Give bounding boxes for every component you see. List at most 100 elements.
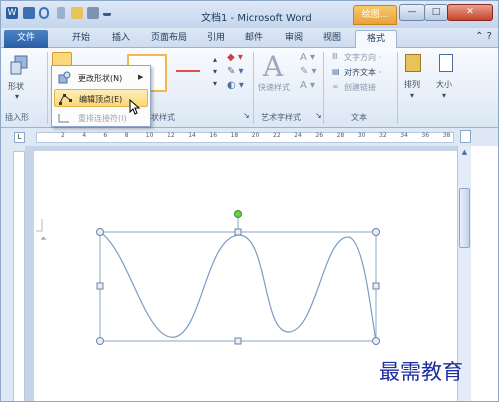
- handle-top-mid[interactable]: [234, 228, 242, 236]
- wordart-quick-styles-label[interactable]: 快速样式: [258, 82, 290, 93]
- style-gallery-arrows-icon[interactable]: ▴ ▾ ▾: [213, 54, 217, 90]
- print-icon[interactable]: [87, 7, 99, 19]
- shape-styles-group-label: 状样式: [151, 113, 175, 122]
- ruler-number: 26: [315, 132, 324, 139]
- wordart-group-label: 艺术字样式: [261, 113, 301, 122]
- ruler-bar[interactable]: [36, 132, 454, 143]
- tab-references[interactable]: 引用: [199, 30, 233, 48]
- text-fill-icon[interactable]: A ▾: [300, 52, 315, 63]
- ruler-number: 30: [357, 132, 366, 139]
- handle-top-left[interactable]: [96, 228, 104, 236]
- ruler-number: 18: [230, 132, 239, 139]
- handle-bottom-left[interactable]: [96, 337, 104, 345]
- ruler-number: 8: [124, 132, 129, 139]
- help-icon[interactable]: ⌃ ?: [475, 31, 492, 42]
- ruler-number: 16: [209, 132, 218, 139]
- handle-mid-right[interactable]: [372, 282, 380, 290]
- open-icon[interactable]: [71, 7, 83, 19]
- change-shape-icon: [58, 71, 71, 84]
- title-bar: W 文档1 - Microsoft Word 绘图... — □ ✕: [1, 1, 498, 28]
- handle-bottom-right[interactable]: [372, 337, 380, 345]
- shapes-icon[interactable]: [9, 54, 31, 78]
- edit-points-icon: [59, 94, 72, 105]
- size-dropdown-icon[interactable]: ▾: [442, 91, 446, 100]
- window-title: 文档1 - Microsoft Word: [201, 13, 312, 24]
- wordart-dialog-launcher-icon[interactable]: ↘: [315, 111, 322, 120]
- align-text-icon[interactable]: ▤: [332, 67, 340, 76]
- shape-button-label: 形状: [8, 82, 24, 91]
- create-link-button[interactable]: 创建链接: [344, 82, 376, 93]
- vertical-ruler[interactable]: [13, 151, 25, 401]
- ruler-number: 34: [400, 132, 408, 139]
- ribbon-tabs: 文件 开始 插入 页面布局 引用 邮件 审阅 视图 格式 ⌃ ?: [1, 28, 498, 48]
- tab-page-layout[interactable]: 页面布局: [144, 30, 194, 48]
- redo-icon[interactable]: [57, 7, 65, 19]
- tab-insert[interactable]: 插入: [103, 30, 139, 48]
- submenu-arrow-icon: ▶: [138, 73, 144, 81]
- handle-mid-left[interactable]: [96, 282, 104, 290]
- edit-points-label: 编辑顶点(E): [79, 95, 123, 104]
- style-preset-2[interactable]: [176, 70, 200, 72]
- tab-home[interactable]: 开始: [63, 30, 99, 48]
- ruler-number: 36: [421, 132, 430, 139]
- create-link-icon[interactable]: ∞: [332, 82, 339, 91]
- minimize-button[interactable]: —: [399, 4, 425, 21]
- ruler-number: 12: [167, 132, 175, 139]
- ruler-number: 10: [145, 132, 154, 139]
- horizontal-ruler[interactable]: L 2 4 6 8 10 12 14 16 18 20 22 24 26 28 30 32 34 36 38: [1, 128, 498, 146]
- rotation-handle[interactable]: [234, 210, 242, 218]
- outline-icon[interactable]: ✎ ▾: [227, 66, 244, 77]
- shape-dropdown-icon[interactable]: ▾: [15, 92, 19, 101]
- text-boundary-mark: [36, 219, 43, 232]
- ruler-number: 38: [442, 132, 451, 139]
- ruler-toggle-icon[interactable]: [460, 130, 471, 143]
- ruler-number: 22: [273, 132, 281, 139]
- styles-dialog-launcher-icon[interactable]: ↘: [243, 111, 250, 120]
- tab-selector-icon[interactable]: L: [14, 132, 25, 143]
- text-effects-icon[interactable]: A ▾: [300, 80, 315, 91]
- change-shape-label: 更改形状(N): [78, 74, 123, 83]
- ruler-number: 6: [103, 132, 108, 139]
- ruler-number: 28: [336, 132, 345, 139]
- text-group-label: 文本: [351, 113, 367, 122]
- handle-bottom-mid[interactable]: [234, 337, 242, 345]
- drawing-tools-context-tab: 绘图...: [353, 5, 397, 25]
- tab-mailings[interactable]: 邮件: [237, 30, 271, 48]
- tab-view[interactable]: 视图: [315, 30, 349, 48]
- reroute-connectors-icon: [58, 114, 69, 123]
- align-text-button[interactable]: 对齐文本 ·: [344, 67, 381, 78]
- word-window: W 文档1 - Microsoft Word 绘图... — □ ✕ 文件 开始…: [0, 0, 499, 402]
- effects-icon[interactable]: ◐ ▾: [227, 80, 244, 91]
- wordart-quick-styles-icon[interactable]: A: [263, 50, 283, 83]
- size-button[interactable]: 大小: [436, 79, 452, 90]
- menu-item-change-shape[interactable]: 更改形状(N) ▶: [54, 69, 148, 87]
- save-icon[interactable]: [23, 7, 35, 19]
- scroll-thumb[interactable]: [459, 188, 470, 248]
- paragraph-mark-icon: [40, 236, 46, 240]
- ruler-number: 24: [294, 132, 302, 139]
- freeform-sine-wave[interactable]: [99, 231, 377, 342]
- arrange-icon[interactable]: [405, 54, 421, 72]
- text-direction-button[interactable]: 文字方向 ·: [344, 52, 381, 63]
- maximize-button[interactable]: □: [424, 4, 448, 21]
- undo-icon[interactable]: [39, 7, 49, 19]
- text-direction-icon[interactable]: Ⅲ: [332, 52, 338, 61]
- handle-top-right[interactable]: [372, 228, 380, 236]
- arrange-dropdown-icon[interactable]: ▾: [410, 91, 414, 100]
- right-margin: [471, 146, 498, 401]
- scroll-up-icon[interactable]: ▲: [459, 148, 470, 159]
- tab-format[interactable]: 格式: [355, 30, 397, 48]
- ruler-number: 20: [251, 132, 260, 139]
- fill-icon[interactable]: ◆ ▾: [227, 52, 243, 63]
- customize-qa-icon[interactable]: [103, 7, 111, 16]
- size-icon[interactable]: [439, 54, 453, 72]
- tab-review[interactable]: 审阅: [277, 30, 311, 48]
- word-logo-icon: W: [6, 7, 18, 19]
- text-outline-icon[interactable]: ✎ ▾: [300, 66, 317, 77]
- watermark-text: 最需教育: [379, 360, 463, 384]
- ruler-number: 4: [82, 132, 87, 139]
- tab-file[interactable]: 文件: [4, 30, 48, 48]
- arrange-button[interactable]: 排列: [404, 79, 420, 90]
- mouse-cursor-icon: [129, 99, 141, 115]
- close-button[interactable]: ✕: [447, 4, 493, 21]
